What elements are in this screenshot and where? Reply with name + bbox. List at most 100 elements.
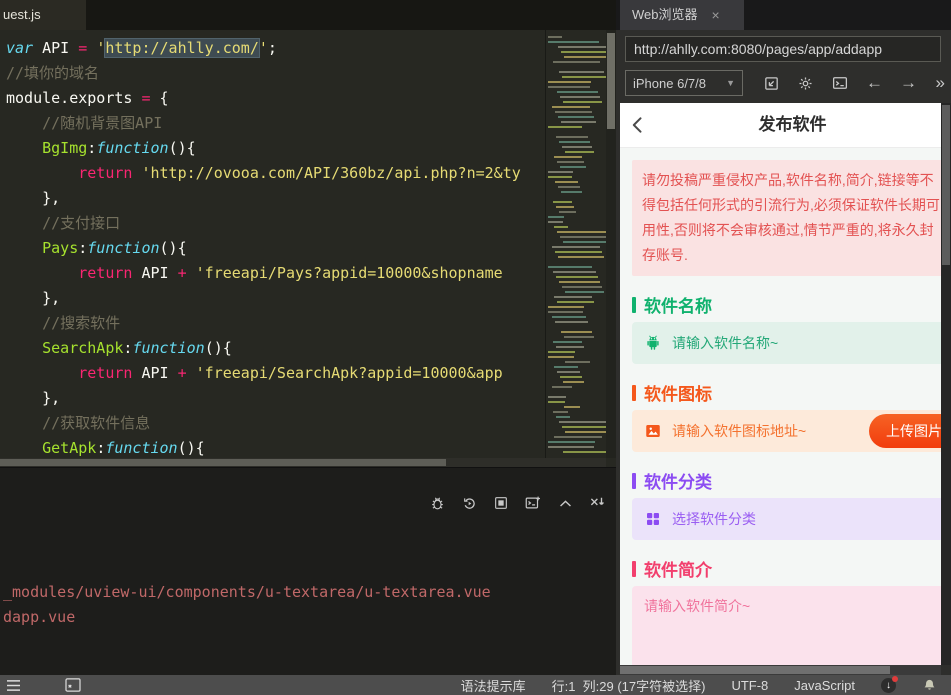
minimap-line [555,181,578,183]
section-heading: 软件简介 [632,556,941,581]
code-line: //填你的域名 [6,64,100,82]
settings-gear-icon[interactable] [797,75,814,92]
description-textarea[interactable]: 请输入软件简介~ [632,586,941,665]
section-accent-bar [632,384,636,401]
minimap-line [548,216,564,218]
minimap-line [561,331,592,333]
minimap-line [565,151,594,153]
devtools-console-icon[interactable] [831,74,849,92]
minimap-line [564,56,607,58]
minimap-line [548,221,563,223]
debug-bug-icon[interactable] [428,494,446,512]
minimap-line [552,106,590,108]
section-title: 软件名称 [644,297,712,316]
code-line: return API + 'freeapi/Pays?appid=10000&s… [78,264,503,282]
code-line: BgImg:function(){ [42,139,196,157]
minimap-line [548,176,572,178]
collapse-panel-icon[interactable] [556,494,574,512]
statusbar-encoding[interactable]: UTF-8 [731,678,768,693]
code-line: return 'http://ovooa.com/API/360bz/api.p… [78,164,521,182]
minimap-line [548,41,599,43]
minimap-line [563,381,584,383]
back-chevron-icon[interactable] [628,114,648,141]
minimap-line [558,186,580,188]
minimap-line [553,271,596,273]
minimap-line [560,376,582,378]
minimap-line [552,246,600,248]
minimap-line [565,291,604,293]
console-output-line: dapp.vue [3,608,76,626]
more-icon[interactable]: » [936,73,945,93]
android-icon [644,334,662,352]
editor-horizontal-scrollbar[interactable] [0,458,606,467]
section-heading: 软件名称 [632,292,941,317]
minimap-line [548,441,595,443]
new-terminal-icon[interactable] [524,494,542,512]
section-heading: 软件图标 [632,380,941,405]
address-bar-input[interactable] [625,36,941,62]
open-in-window-icon[interactable] [763,75,780,92]
restart-icon[interactable] [460,494,478,512]
text-input-field[interactable]: 请输入软件图标地址~ 上传图片 [632,410,941,452]
browser-tab[interactable]: Web浏览器 × [620,0,744,30]
code-line: }, [6,289,61,307]
minimap-line [555,251,602,253]
minimap-line [562,76,606,78]
preview-vertical-scrollbar[interactable] [941,103,951,665]
browser-tab-bar: Web浏览器 × [616,0,951,30]
minimap-line [556,346,584,348]
section-heading: 软件分类 [632,468,941,493]
minimap-line [563,451,607,453]
browser-tab-label: Web浏览器 [632,7,698,22]
editor-tab-request-js[interactable]: uest.js [0,0,86,30]
menu-icon[interactable] [6,679,21,692]
close-icon[interactable]: × [712,0,720,30]
code-line: //随机背景图API [6,114,163,132]
minimap-line [557,301,594,303]
minimap-line [554,296,592,298]
image-icon [644,422,662,440]
minimap-line [562,146,592,148]
minimap-line [560,96,600,98]
update-icon[interactable]: ↓ [881,675,898,693]
code-line: GetApk:function(){ [42,439,205,457]
editor-vertical-scrollbar[interactable] [606,30,616,458]
field-placeholder: 请输入软件简介~ [644,598,751,614]
category-picker-field[interactable]: 选择软件分类 [632,498,941,540]
upload-image-button[interactable]: 上传图片 [869,414,941,448]
device-selector[interactable]: iPhone 6/7/8 ▼ [625,70,743,96]
statusbar-cursor-position[interactable]: 行:1 列:29 (17字符被选择) [552,676,706,695]
code-line: }, [6,189,61,207]
preview-horizontal-scrollbar[interactable] [620,665,941,675]
mobile-preview: 发布软件 请勿投稿严重侵权产品,软件名称,简介,链接等不得包括任何形式的引流行为… [620,103,941,665]
field-placeholder: 请输入软件名称~ [672,335,779,351]
hbuilderx-window: uest.js var API = 'http://ahlly.com/'; //… [0,0,951,695]
bell-icon[interactable] [922,678,937,693]
code-line: //支付接口 [6,214,121,232]
minimap-line [555,111,592,113]
statusbar-syntax-hint[interactable]: 语法提示库 [461,676,526,695]
minimap[interactable] [545,30,607,458]
chevron-down-icon: ▼ [726,78,735,88]
console-toolbar [428,494,606,512]
console-output-line: _modules/uview-ui/components/u-textarea/… [3,583,491,601]
forward-arrow-icon[interactable]: → [900,73,917,93]
code-area[interactable]: var API = 'http://ahlly.com/'; //填你的域名 mod… [0,30,545,458]
minimap-line [565,431,607,433]
statusbar-language[interactable]: JavaScript [794,678,855,693]
code-line: SearchApk:function(){ [42,339,232,357]
minimap-line [548,86,590,88]
back-arrow-icon[interactable]: ← [866,73,883,93]
minimap-line [563,241,607,243]
minimap-line [548,126,582,128]
minimap-line [552,386,572,388]
console-panel-icon[interactable] [65,678,81,692]
minimap-line [559,421,607,423]
section-title: 软件分类 [644,473,712,492]
section-title: 软件图标 [644,385,712,404]
stop-icon[interactable] [492,494,510,512]
minimap-line [553,61,600,63]
clear-output-icon[interactable] [588,494,606,512]
minimap-line [556,136,588,138]
text-input-field[interactable]: 请输入软件名称~ [632,322,941,364]
